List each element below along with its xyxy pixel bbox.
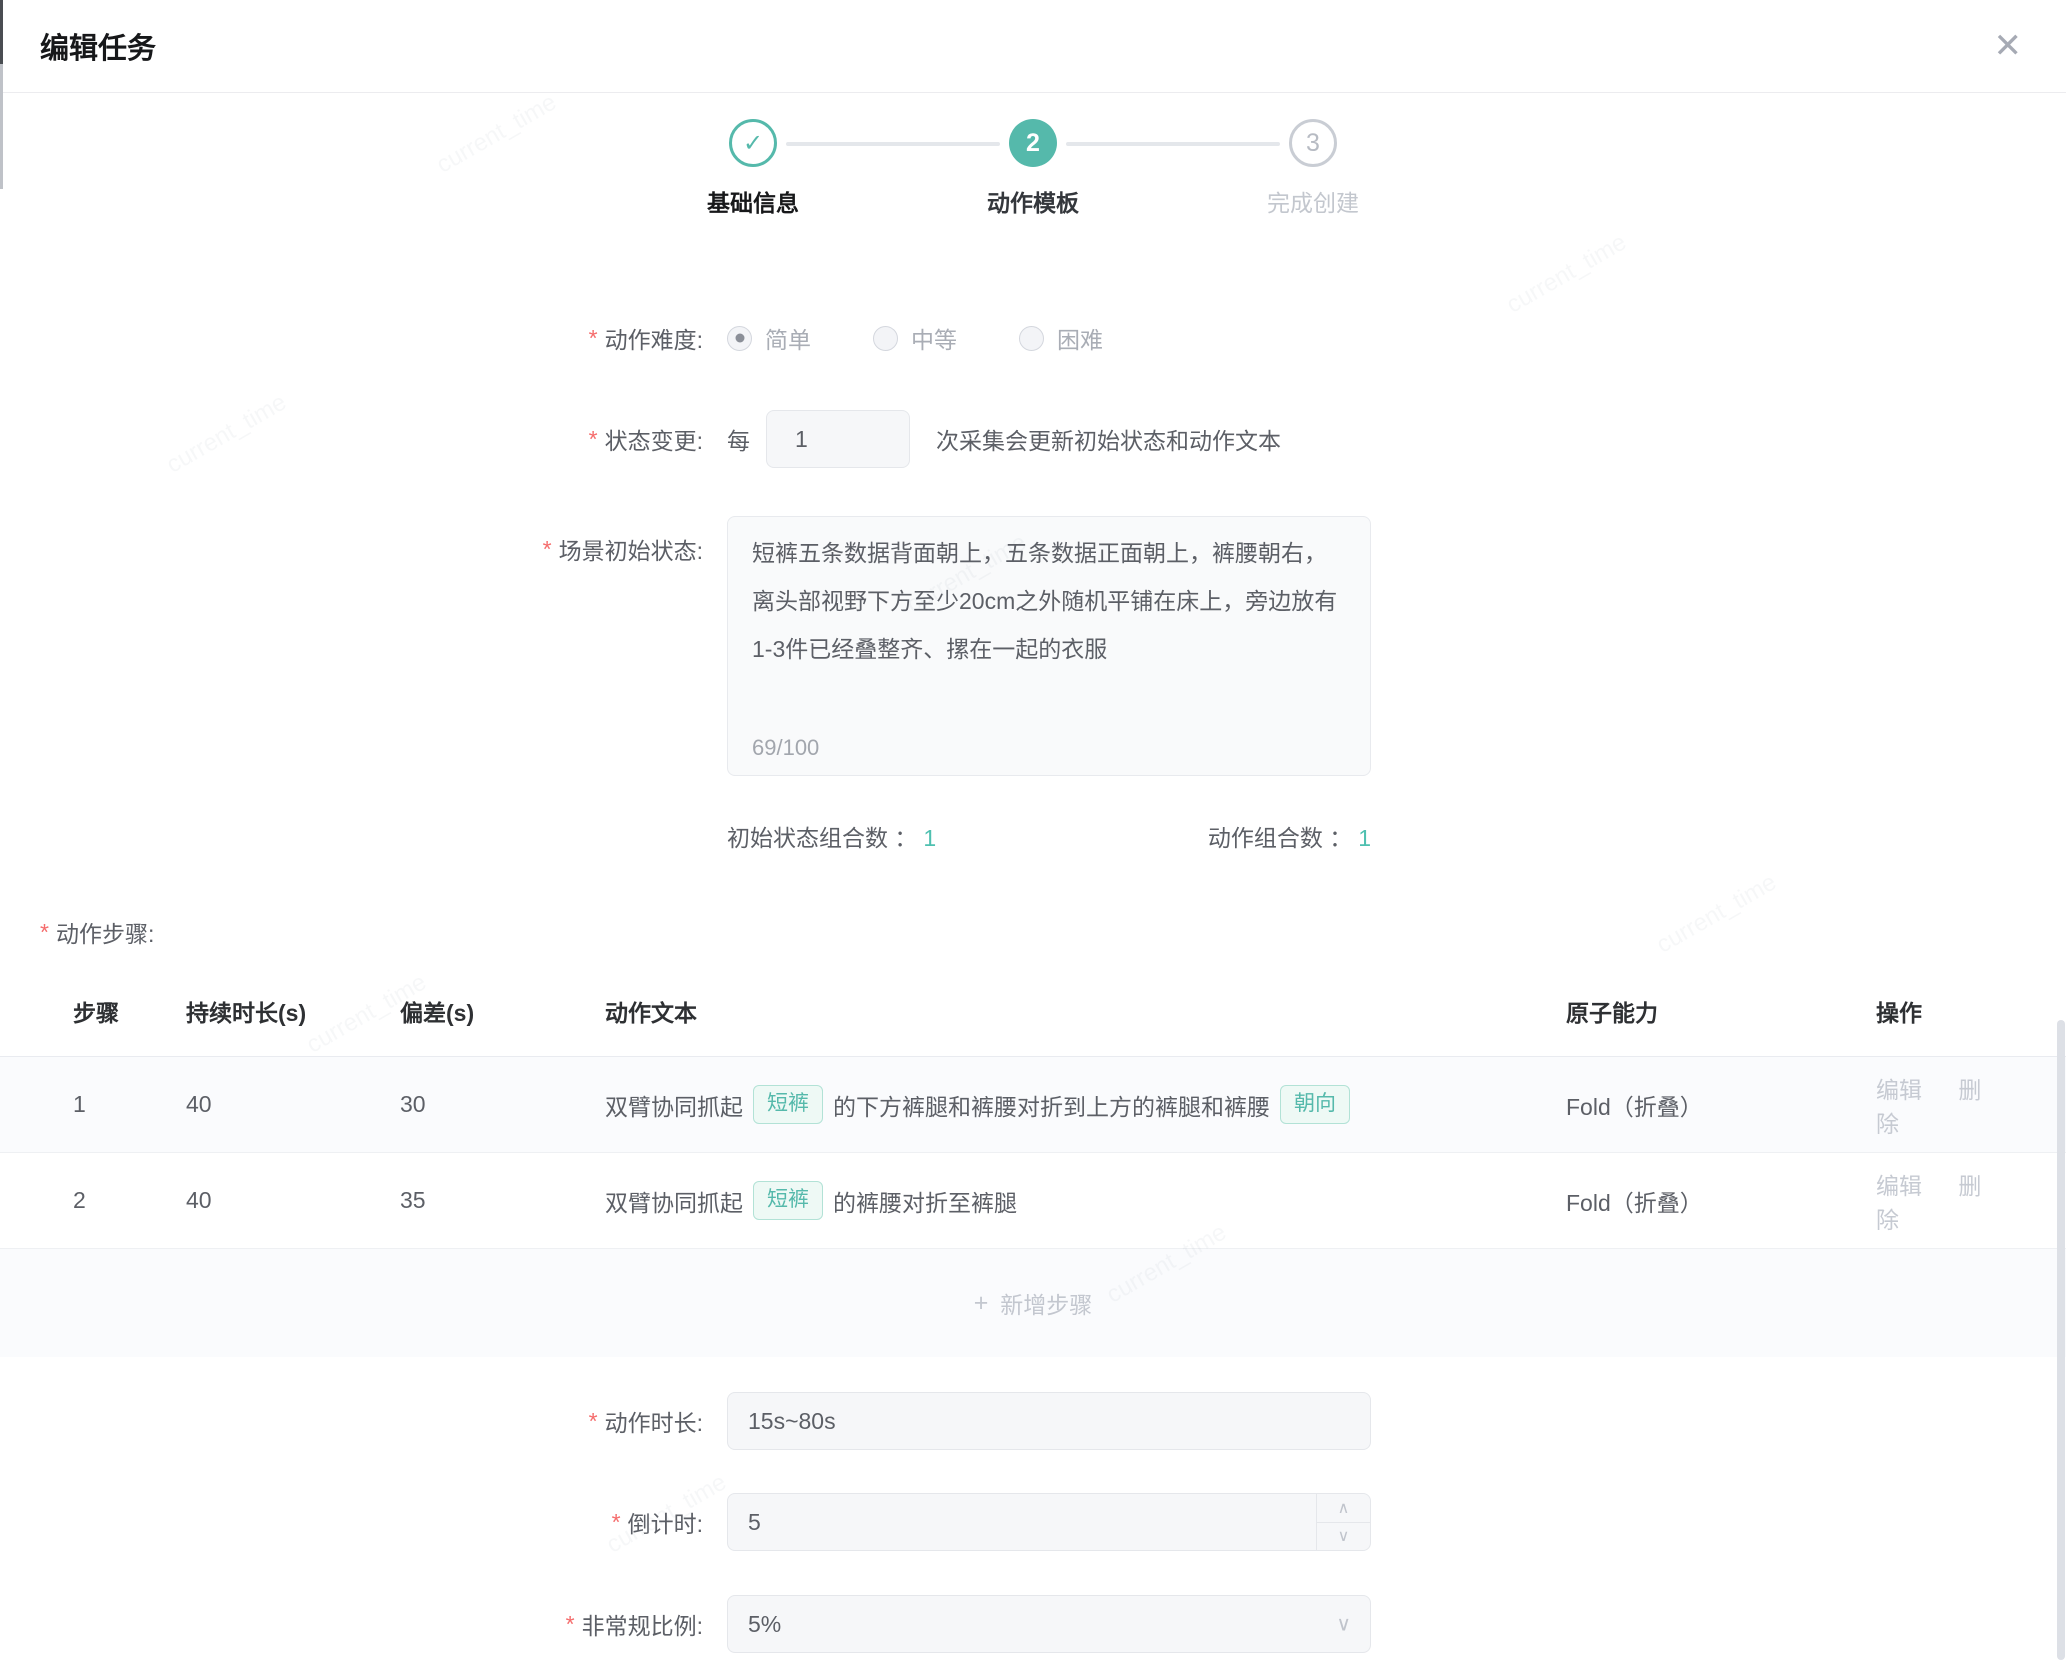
plus-icon: + [974, 1289, 989, 1318]
spinner-down-button[interactable]: ∨ [1317, 1523, 1370, 1551]
initial-state-textarea[interactable]: 短裤五条数据背面朝上，五条数据正面朝上，裤腰朝右，离头部视野下方至少20cm之外… [728, 517, 1370, 717]
add-step-button[interactable]: + 新增步骤 [0, 1249, 2066, 1357]
radio-easy[interactable]: 简单 [727, 321, 811, 355]
col-ability: 原子能力 [1566, 994, 1816, 1028]
step-complete-creation[interactable]: 3 完成创建 [1173, 119, 1453, 218]
cell-deviation: 35 [400, 1187, 605, 1214]
radio-unchecked-icon [873, 326, 898, 351]
step-pending-circle: 3 [1289, 119, 1337, 167]
dialog-header: 编辑任务 ✕ [0, 0, 2066, 93]
step-label: 完成创建 [1267, 184, 1359, 218]
duration-input[interactable] [727, 1392, 1371, 1450]
step-label: 基础信息 [707, 184, 799, 218]
table-header-row: 步骤 持续时长(s) 偏差(s) 动作文本 原子能力 操作 [0, 966, 2066, 1057]
initial-state-row: * 场景初始状态: 短裤五条数据背面朝上，五条数据正面朝上，裤腰朝右，离头部视野… [0, 516, 2066, 776]
cell-operation: 编辑 删除 [1816, 1167, 2006, 1235]
step-done-circle: ✓ [729, 119, 777, 167]
action-steps-section-label: * 动作步骤: [40, 916, 2066, 948]
cell-duration: 40 [186, 1091, 400, 1118]
col-duration: 持续时长(s) [186, 994, 400, 1028]
table-row: 2 40 35 双臂协同抓起 短裤 的裤腰对折至裤腿 Fold（折叠） 编辑 删… [0, 1153, 2066, 1249]
cell-operation: 编辑 删除 [1816, 1071, 2006, 1139]
col-operation: 操作 [1816, 994, 2006, 1028]
state-change-suffix: 次采集会更新初始状态和动作文本 [936, 422, 1281, 456]
edit-link[interactable]: 编辑 [1876, 1173, 1922, 1199]
required-asterisk: * [612, 1509, 621, 1536]
countdown-label: * 倒计时: [0, 1505, 703, 1539]
duration-label: * 动作时长: [0, 1404, 703, 1438]
combo-counts-row: 初始状态组合数 ：1 动作组合数 ：1 [727, 820, 1371, 852]
action-combo-count: 动作组合数 ：1 [1208, 819, 1371, 853]
required-asterisk: * [589, 1408, 598, 1435]
object-tag[interactable]: 短裤 [753, 1181, 823, 1219]
state-change-prefix: 每 [727, 422, 750, 456]
required-asterisk: * [543, 536, 552, 563]
col-action-text: 动作文本 [605, 994, 1566, 1028]
cell-ability: Fold（折叠） [1566, 1088, 1816, 1122]
radio-checked-icon [727, 326, 752, 351]
scrollbar[interactable] [2057, 1020, 2065, 1660]
state-change-label: * 状态变更: [0, 422, 703, 456]
state-change-row: * 状态变更: 每 次采集会更新初始状态和动作文本 [0, 410, 2066, 468]
radio-hard[interactable]: 困难 [1019, 321, 1103, 355]
required-asterisk: * [566, 1611, 575, 1638]
countdown-row: * 倒计时: ∧ ∨ [0, 1493, 2066, 1551]
difficulty-radio-group: 简单 中等 困难 [727, 321, 1165, 355]
watermark: current_time [432, 89, 562, 180]
step-active-circle: 2 [1009, 119, 1057, 167]
cell-action-text: 双臂协同抓起 短裤 的裤腰对折至裤腿 [605, 1181, 1566, 1219]
dialog-title: 编辑任务 [40, 25, 156, 67]
radio-unchecked-icon [1019, 326, 1044, 351]
required-asterisk: * [589, 325, 598, 352]
page-left-edge [0, 0, 3, 64]
cell-duration: 40 [186, 1187, 400, 1214]
table-row: 1 40 30 双臂协同抓起 短裤 的下方裤腿和裤腰对折到上方的裤腿和裤腰 朝向… [0, 1057, 2066, 1153]
action-steps-table: 步骤 持续时长(s) 偏差(s) 动作文本 原子能力 操作 1 40 30 双臂… [0, 966, 2066, 1357]
cell-deviation: 30 [400, 1091, 605, 1118]
close-icon[interactable]: ✕ [1994, 29, 2023, 63]
initial-combo-value[interactable]: 1 [923, 825, 936, 851]
step-basic-info[interactable]: ✓ 基础信息 [613, 119, 893, 218]
col-deviation: 偏差(s) [400, 994, 605, 1028]
cell-step: 2 [73, 1187, 186, 1214]
countdown-input[interactable] [727, 1493, 1371, 1551]
action-combo-value[interactable]: 1 [1358, 825, 1371, 851]
cell-ability: Fold（折叠） [1566, 1184, 1816, 1218]
col-step: 步骤 [73, 994, 186, 1028]
step-label: 动作模板 [987, 184, 1079, 218]
duration-row: * 动作时长: [0, 1392, 2066, 1450]
edit-link[interactable]: 编辑 [1876, 1077, 1922, 1103]
state-change-input[interactable] [766, 410, 910, 468]
chevron-down-icon: ∨ [1338, 1526, 1350, 1546]
required-asterisk: * [40, 919, 49, 946]
initial-state-label: * 场景初始状态: [0, 516, 703, 566]
cell-action-text: 双臂协同抓起 短裤 的下方裤腿和裤腰对折到上方的裤腿和裤腰 朝向 [605, 1085, 1566, 1123]
chevron-up-icon: ∧ [1338, 1498, 1350, 1518]
unusual-ratio-label: * 非常规比例: [0, 1607, 703, 1641]
watermark: current_time [1502, 229, 1632, 320]
unusual-ratio-row: * 非常规比例: ∨ [0, 1595, 2066, 1653]
difficulty-label: * 动作难度: [0, 321, 703, 355]
unusual-ratio-value[interactable] [727, 1595, 1371, 1653]
step-action-template[interactable]: 2 动作模板 [893, 119, 1173, 218]
radio-medium[interactable]: 中等 [873, 321, 957, 355]
char-counter: 69/100 [752, 735, 819, 761]
initial-combo-count: 初始状态组合数 ：1 [727, 819, 936, 853]
state-change-control: 每 次采集会更新初始状态和动作文本 [727, 410, 1281, 468]
wizard-stepper: ✓ 基础信息 2 动作模板 3 完成创建 [613, 119, 1453, 218]
object-tag[interactable]: 短裤 [753, 1085, 823, 1123]
page-left-edge-shadow [0, 64, 3, 189]
check-icon: ✓ [743, 129, 763, 158]
chevron-down-icon: ∨ [1336, 1612, 1351, 1637]
initial-state-textarea-box: 短裤五条数据背面朝上，五条数据正面朝上，裤腰朝右，离头部视野下方至少20cm之外… [727, 516, 1371, 776]
required-asterisk: * [589, 426, 598, 453]
spinner-up-button[interactable]: ∧ [1317, 1494, 1370, 1523]
number-spinner: ∧ ∨ [1316, 1494, 1370, 1550]
orientation-tag[interactable]: 朝向 [1280, 1085, 1350, 1123]
cell-step: 1 [73, 1091, 186, 1118]
difficulty-row: * 动作难度: 简单 中等 困难 [0, 322, 2066, 354]
unusual-ratio-select[interactable]: ∨ [727, 1595, 1371, 1653]
